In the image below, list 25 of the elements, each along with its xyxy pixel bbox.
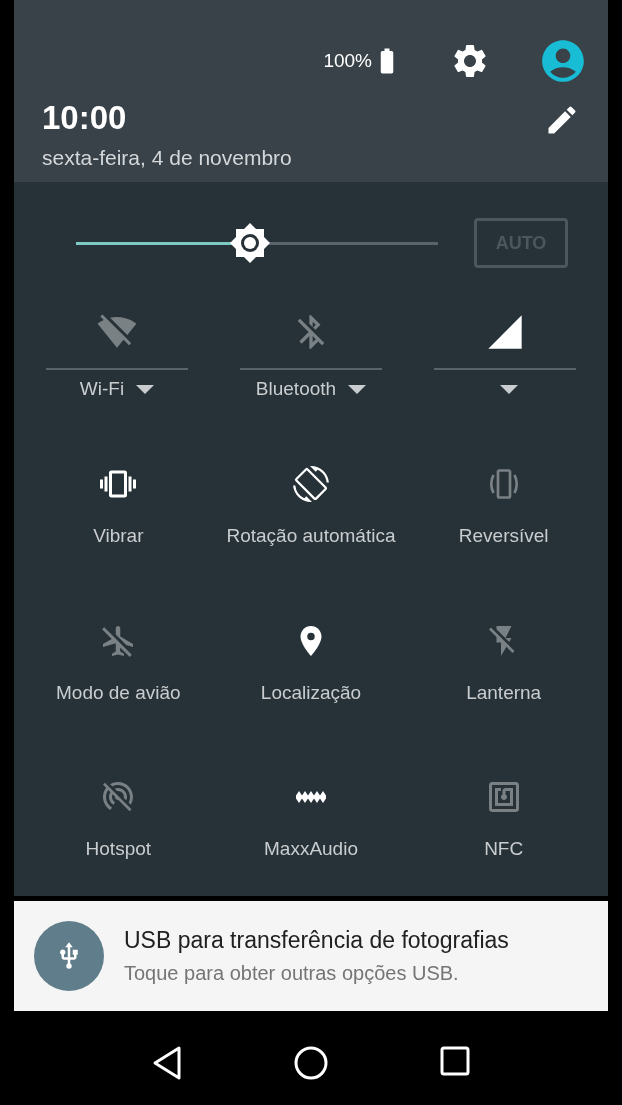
notification-text: Toque para obter outras opções USB.	[124, 960, 460, 986]
quick-setting-tile[interactable]: Lanterna	[407, 622, 600, 707]
date-label: sexta-feira, 4 de novembro	[42, 145, 292, 171]
quick-setting-tile[interactable]: NFC	[407, 779, 600, 864]
dropdown-caret-icon	[500, 384, 518, 394]
connectivity-dropdown[interactable]: Bluetooth	[255, 374, 367, 404]
recents-icon[interactable]	[439, 1044, 471, 1077]
brightness-slider[interactable]	[76, 222, 438, 264]
usb-notification-card[interactable]: USB para transferência de fotografias Toque para obter outras opções USB.	[14, 900, 608, 1011]
notification-title: USB para transferência de fotografias	[124, 926, 509, 956]
quick-setting-tile[interactable]: Reversível	[407, 466, 600, 551]
dropdown-caret-icon	[136, 384, 155, 394]
clock-time: 10:00	[42, 98, 128, 138]
connectivity-dropdown[interactable]: Wi-Fi	[79, 374, 155, 404]
battery-percentage: 100%	[323, 48, 372, 73]
back-icon[interactable]	[151, 1044, 183, 1081]
quick-setting-tile[interactable]: Modo de avião	[22, 622, 215, 707]
quick-setting-tile[interactable]: Hotspot	[22, 779, 215, 864]
quick-setting-tile[interactable]: Vibrar	[22, 466, 215, 551]
dropdown-caret-icon	[348, 384, 367, 394]
quick-setting-tile[interactable]: Localização	[214, 622, 408, 707]
quick-setting-tile[interactable]: MaxxAudio	[214, 779, 408, 864]
brightness-thumb-icon[interactable]	[228, 222, 271, 264]
home-icon[interactable]	[293, 1044, 329, 1081]
quick-setting-tile[interactable]: Rotação automática	[214, 466, 408, 551]
